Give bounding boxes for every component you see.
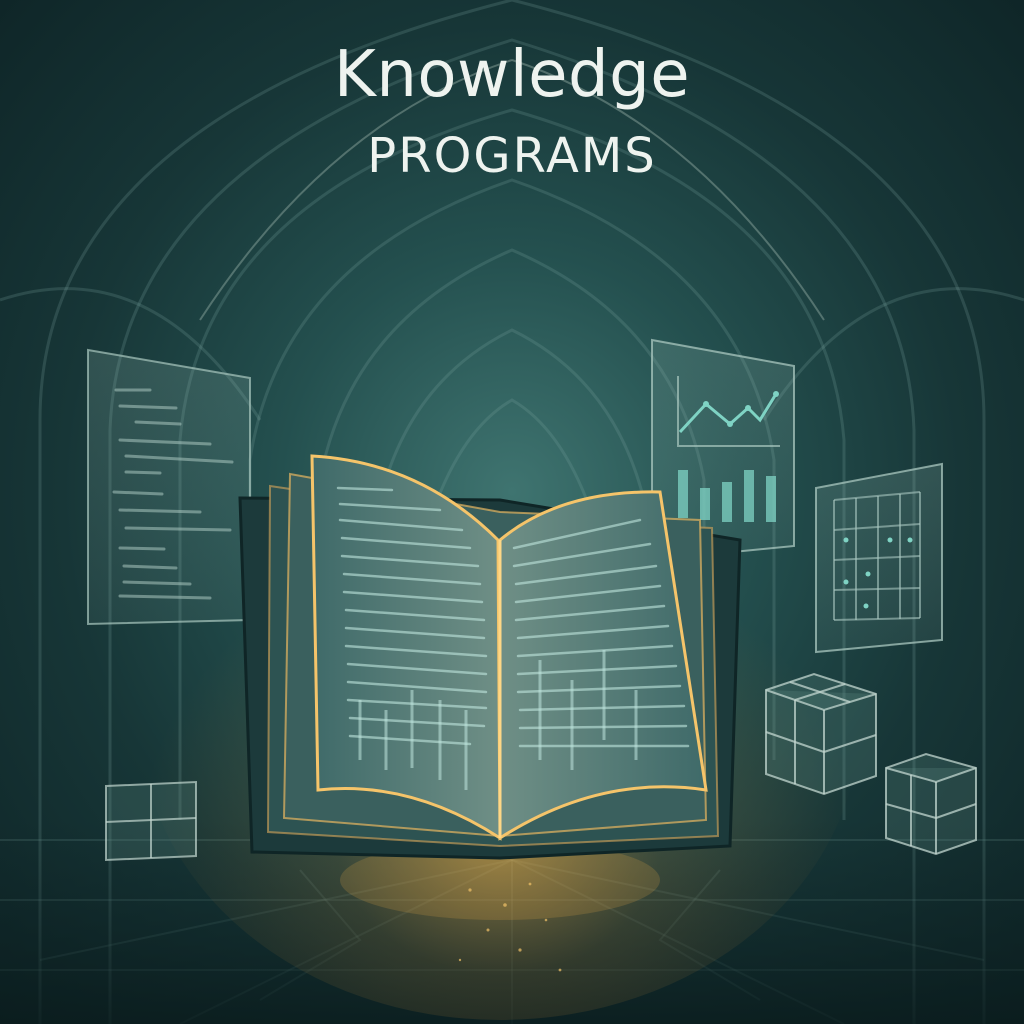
code-panel-icon [87, 348, 251, 626]
open-book-icon [238, 454, 742, 860]
grid-panel-icon [815, 462, 943, 654]
cube-icon [765, 672, 877, 796]
title-knowledge: Knowledge [333, 38, 691, 112]
cube-icon [105, 780, 197, 862]
cube-icon [885, 752, 977, 856]
hero-illustration: Knowledge PROGRAMS [0, 0, 1024, 1024]
title-programs: PROGRAMS [367, 128, 657, 184]
